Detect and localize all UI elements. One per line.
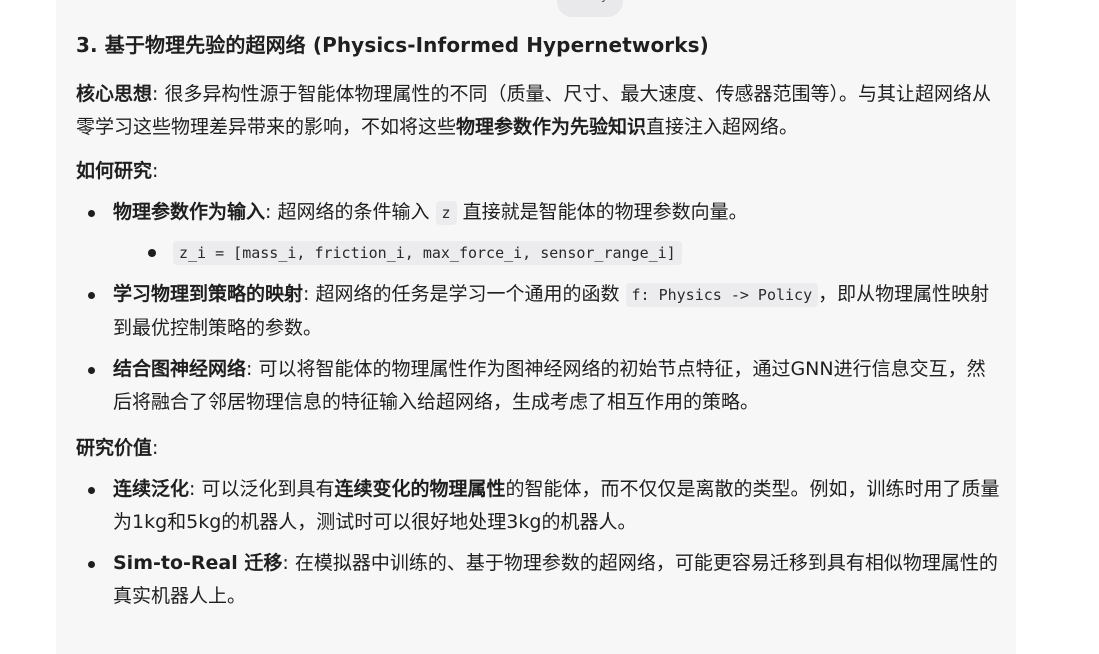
inline-code: z_i = [mass_i, friction_i, max_force_i, … bbox=[173, 241, 682, 265]
how-list: 物理参数作为输入: 超网络的条件输入 z 直接就是智能体的物理参数向量。 z_i… bbox=[76, 196, 1001, 419]
core-idea-label: 核心思想 bbox=[76, 83, 153, 105]
item-text: : 可以泛化到具有 bbox=[189, 478, 335, 500]
sub-list-item: z_i = [mass_i, friction_i, max_force_i, … bbox=[113, 236, 1001, 270]
section-heading: 3. 基于物理先验的超网络 (Physics-Informed Hypernet… bbox=[76, 33, 709, 57]
core-idea-paragraph: 核心思想: 很多异构性源于智能体物理属性的不同（质量、尺寸、最大速度、传感器范围… bbox=[76, 78, 1001, 144]
value-list: 连续泛化: 可以泛化到具有连续变化的物理属性的智能体，而不仅仅是离散的类型。例如… bbox=[76, 473, 1001, 613]
how-label: 如何研究 bbox=[76, 160, 153, 182]
list-item: Sim-to-Real 迁移: 在模拟器中训练的、基于物理参数的超网络，可能更容… bbox=[76, 547, 1001, 613]
item-bold: 物理参数作为输入 bbox=[113, 201, 266, 223]
how-to-research-label: 如何研究: bbox=[76, 156, 1001, 186]
item-text: : 超网络的任务是学习一个通用的函数 bbox=[303, 283, 626, 305]
core-idea-text-2: 直接注入超网络。 bbox=[646, 116, 799, 138]
item-bold: Sim-to-Real 迁移 bbox=[113, 552, 283, 574]
chat-message-panel: Today 3. 基于物理先验的超网络 (Physics-Informed Hy… bbox=[56, 0, 1016, 654]
item-text: : 超网络的条件输入 bbox=[265, 201, 436, 223]
list-item: 结合图神经网络: 可以将智能体的物理属性作为图神经网络的初始节点特征，通过GNN… bbox=[76, 353, 1001, 419]
research-value-label: 研究价值: bbox=[76, 433, 1001, 463]
item-bold: 连续泛化 bbox=[113, 478, 190, 500]
list-item: 连续泛化: 可以泛化到具有连续变化的物理属性的智能体，而不仅仅是离散的类型。例如… bbox=[76, 473, 1001, 539]
item-bold: 结合图神经网络 bbox=[113, 358, 247, 380]
date-badge: Today bbox=[557, 0, 623, 17]
message-content: 3. 基于物理先验的超网络 (Physics-Informed Hypernet… bbox=[76, 30, 1001, 627]
list-item: 学习物理到策略的映射: 超网络的任务是学习一个通用的函数 f: Physics … bbox=[76, 278, 1001, 345]
core-idea-bold: 物理参数作为先验知识 bbox=[456, 116, 647, 138]
value-label: 研究价值 bbox=[76, 437, 153, 459]
inline-code: z bbox=[435, 201, 457, 225]
date-badge-text: Today bbox=[571, 0, 609, 11]
how-colon: : bbox=[152, 160, 159, 182]
sub-list: z_i = [mass_i, friction_i, max_force_i, … bbox=[113, 236, 1001, 270]
item-bold: 学习物理到策略的映射 bbox=[113, 283, 304, 305]
item-bold-inline: 连续变化的物理属性 bbox=[334, 478, 506, 500]
inline-code: f: Physics -> Policy bbox=[625, 283, 819, 307]
item-text: 直接就是智能体的物理参数向量。 bbox=[456, 201, 748, 223]
value-colon: : bbox=[152, 437, 159, 459]
list-item: 物理参数作为输入: 超网络的条件输入 z 直接就是智能体的物理参数向量。 z_i… bbox=[76, 196, 1001, 270]
